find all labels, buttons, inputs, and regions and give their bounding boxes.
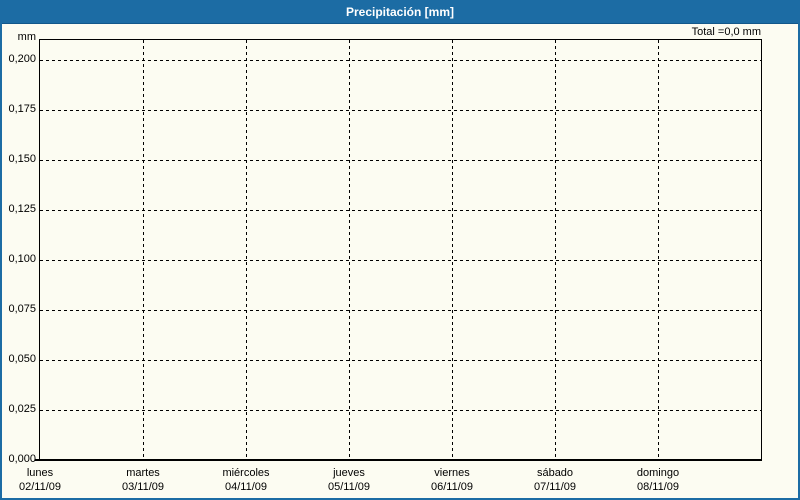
v-gridline — [555, 40, 556, 459]
day-label: jueves 05/11/09 — [298, 466, 400, 494]
y-axis-unit-label: mm — [17, 31, 36, 43]
day-label: domingo 08/11/09 — [607, 466, 709, 494]
total-label: Total =0,0 mm — [691, 26, 761, 38]
weekday-label: miércoles — [222, 467, 270, 479]
day-label: miércoles 04/11/09 — [195, 466, 297, 494]
h-gridline — [40, 260, 761, 261]
date-label: 08/11/09 — [636, 481, 679, 493]
y-tick-label: 0,025 — [8, 403, 36, 415]
v-gridline — [143, 40, 144, 459]
y-tick-label: 0,050 — [8, 353, 36, 365]
chart-title: Precipitación [mm] — [345, 5, 455, 19]
h-gridline — [40, 360, 761, 361]
v-gridline — [658, 40, 659, 459]
date-label: 03/11/09 — [121, 481, 164, 493]
h-gridline — [40, 60, 761, 61]
weekday-label: viernes — [434, 467, 470, 479]
y-tick-label: 0,175 — [8, 103, 36, 115]
h-gridline — [40, 210, 761, 211]
chart-window: Precipitación [mm] Total =0,0 mm mm 0,20… — [0, 0, 800, 500]
y-tick-label: 0,150 — [8, 153, 36, 165]
day-label: viernes 06/11/09 — [401, 466, 503, 494]
v-gridline — [349, 40, 350, 459]
v-gridline — [452, 40, 453, 459]
date-label: 05/11/09 — [327, 481, 370, 493]
date-label: 04/11/09 — [224, 481, 267, 493]
weekday-label: domingo — [636, 467, 680, 479]
day-label: sábado 07/11/09 — [504, 466, 606, 494]
day-label: martes 03/11/09 — [92, 466, 194, 494]
weekday-label: martes — [126, 467, 160, 479]
title-bar: Precipitación [mm] — [2, 2, 798, 24]
h-gridline — [40, 410, 761, 411]
weekday-label: sábado — [536, 467, 574, 479]
plot-area — [39, 39, 762, 461]
y-tick-label: 0,200 — [8, 53, 36, 65]
y-tick-label: 0,125 — [8, 203, 36, 215]
date-label: 07/11/09 — [533, 481, 576, 493]
y-tick-label: 0,000 — [8, 453, 36, 465]
date-label: 06/11/09 — [430, 481, 473, 493]
weekday-label: lunes — [26, 467, 54, 479]
h-gridline — [40, 310, 761, 311]
y-tick-label: 0,075 — [8, 303, 36, 315]
day-label: lunes 02/11/09 — [0, 466, 91, 494]
weekday-label: jueves — [333, 467, 365, 479]
x-axis-corner-tick — [35, 459, 39, 461]
h-gridline — [40, 160, 761, 161]
h-gridline — [40, 110, 761, 111]
y-tick-label: 0,100 — [8, 253, 36, 265]
date-label: 02/11/09 — [18, 481, 61, 493]
v-gridline — [246, 40, 247, 459]
